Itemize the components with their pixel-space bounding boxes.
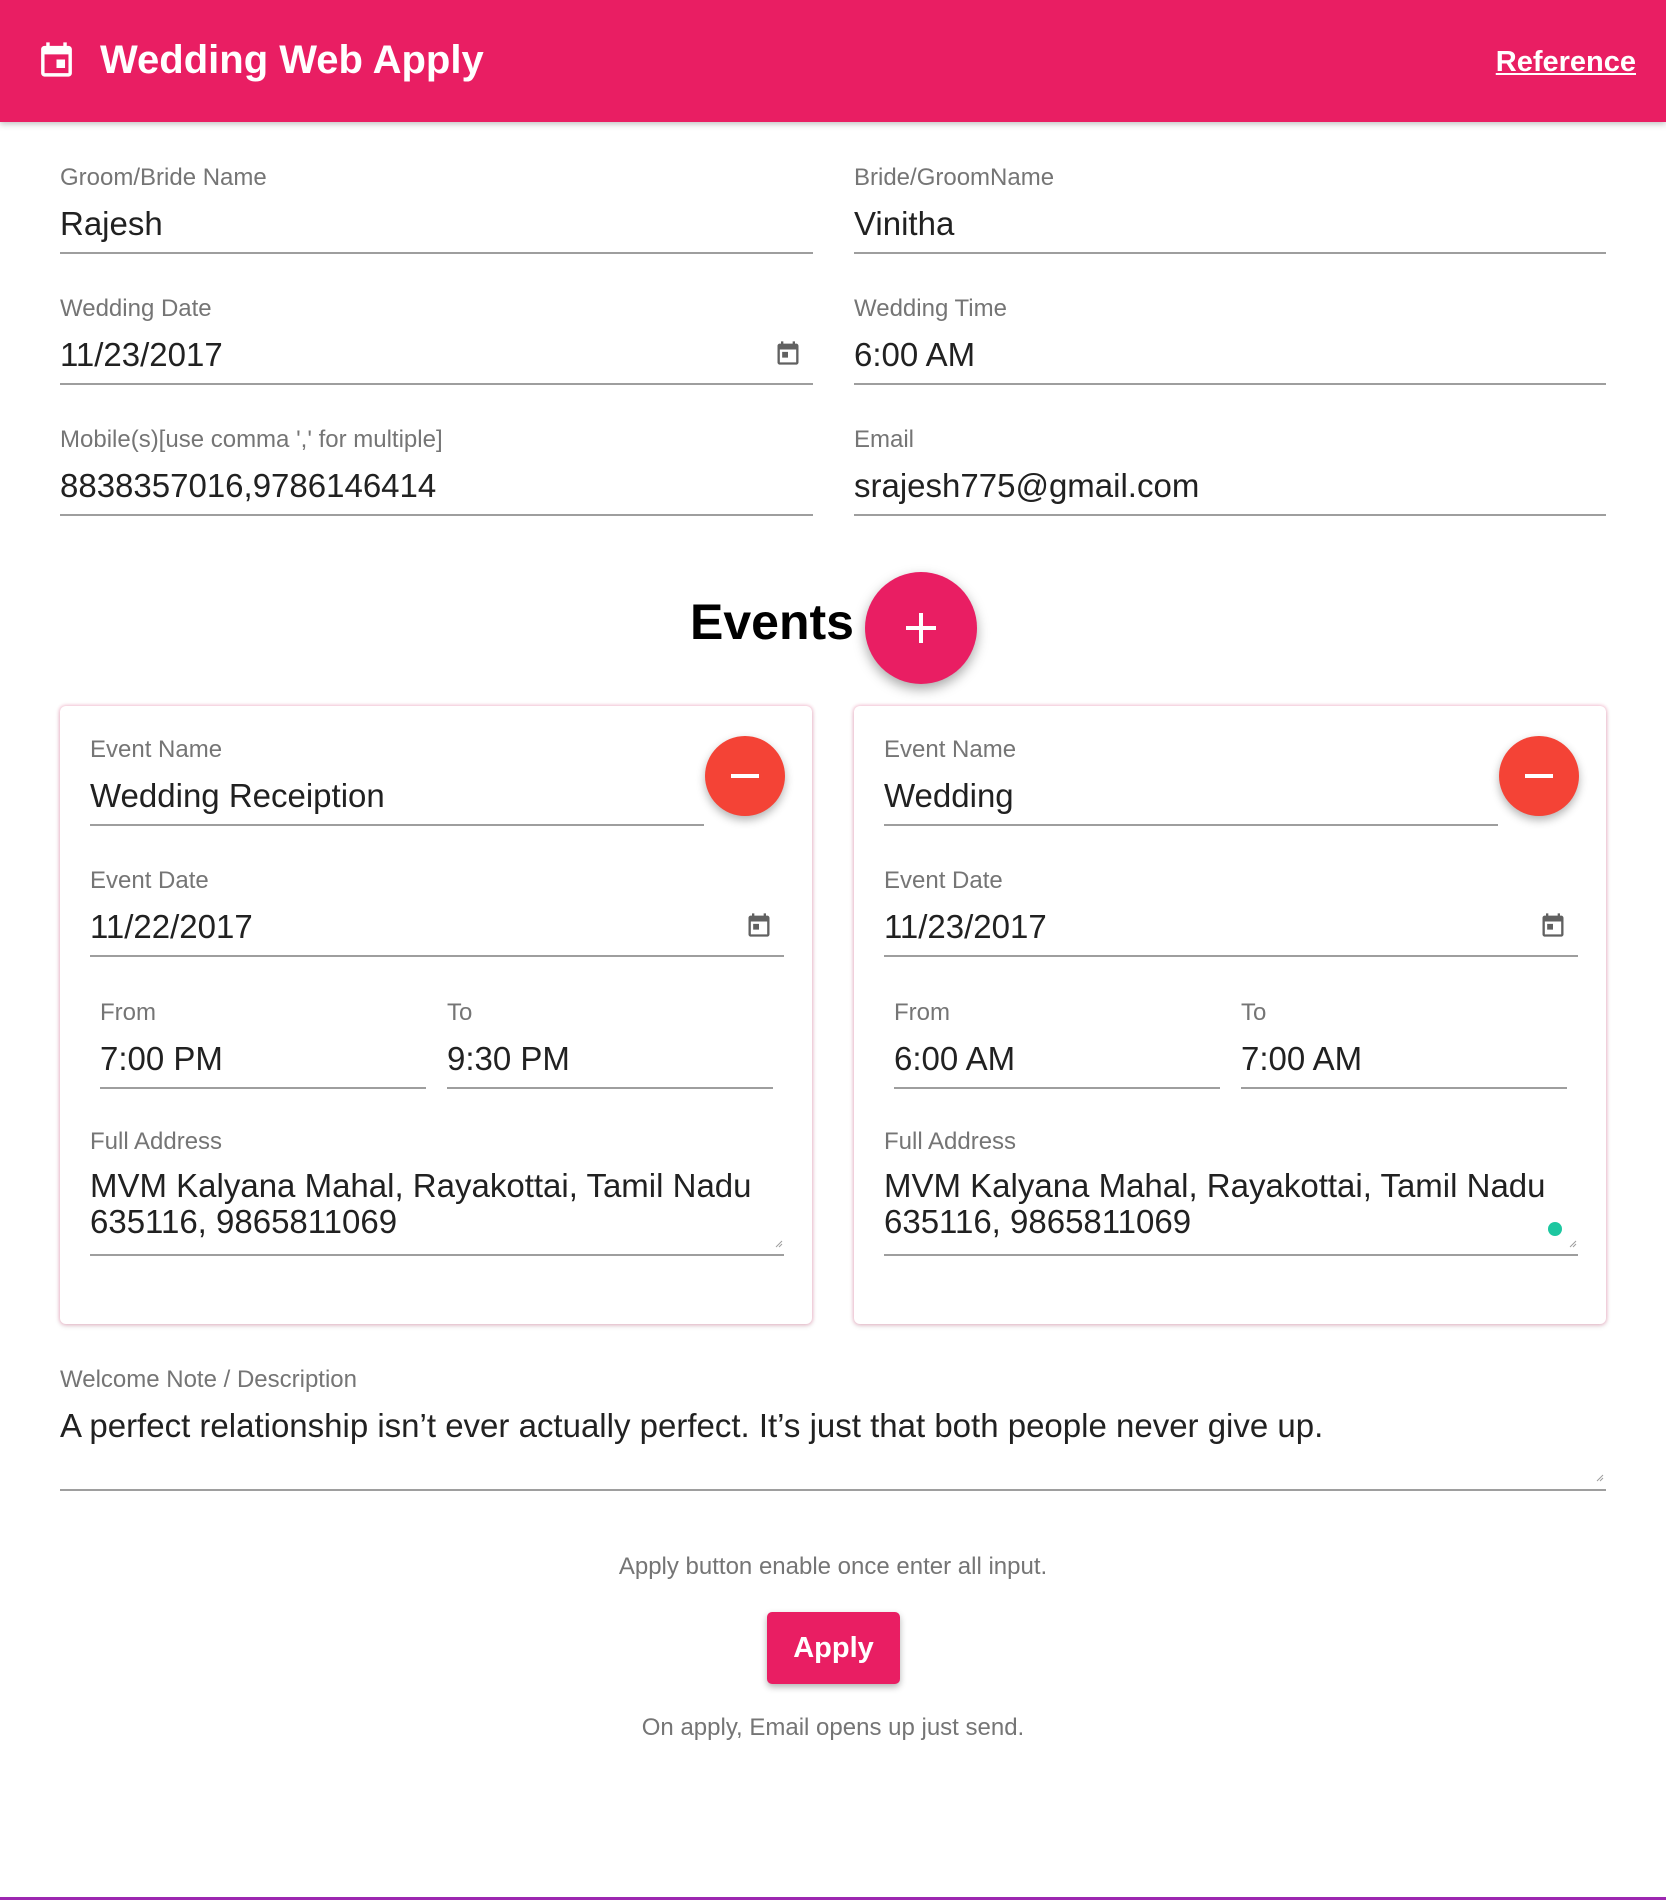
field-underline xyxy=(884,955,1578,957)
wedding-time-input[interactable]: 6:00 AM xyxy=(854,335,975,375)
event-address-label: Full Address xyxy=(90,1128,223,1155)
status-dot xyxy=(1548,1222,1562,1236)
remove-event-button[interactable] xyxy=(1499,736,1579,816)
mobile-label: Mobile(s)[use comma ',' for multiple] xyxy=(60,426,443,453)
resize-handle-icon[interactable] xyxy=(775,1240,783,1248)
field-underline xyxy=(90,955,784,957)
event-to-label: To xyxy=(1241,999,1267,1026)
resize-handle-icon[interactable] xyxy=(1596,1474,1604,1482)
event-from-label: From xyxy=(100,999,156,1026)
event-from-label: From xyxy=(894,999,950,1026)
event-name-label: Event Name xyxy=(884,736,1017,763)
event-to-field[interactable]: To 9:30 PM xyxy=(447,999,773,1091)
minus-icon xyxy=(731,774,759,778)
field-underline xyxy=(60,1489,1606,1491)
field-underline xyxy=(894,1087,1220,1089)
calendar-picker-icon[interactable] xyxy=(1539,911,1567,939)
groom-bride-name-field[interactable]: Groom/Bride Name Rajesh xyxy=(60,164,813,256)
email-label: Email xyxy=(854,426,915,453)
event-card: Event Name Wedding Event Date 11/23/2017… xyxy=(854,706,1606,1324)
app-title: Wedding Web Apply xyxy=(100,38,484,82)
add-event-button[interactable] xyxy=(865,572,977,684)
event-date-field[interactable]: Event Date 11/22/2017 xyxy=(90,867,784,959)
event-address-field[interactable]: Full Address MVM Kalyana Mahal, Rayakott… xyxy=(90,1128,784,1258)
apply-hint: Apply button enable once enter all input… xyxy=(618,1553,1048,1580)
apply-info: On apply, Email opens up just send. xyxy=(641,1714,1025,1741)
event-date-field[interactable]: Event Date 11/23/2017 xyxy=(884,867,1578,959)
bride-groom-name-label: Bride/GroomName xyxy=(854,164,1055,191)
event-to-input[interactable]: 9:30 PM xyxy=(447,1039,570,1079)
calendar-picker-icon[interactable] xyxy=(774,339,802,367)
events-heading: Events xyxy=(690,594,854,650)
event-to-input[interactable]: 7:00 AM xyxy=(1241,1039,1362,1079)
field-underline xyxy=(100,1087,426,1089)
event-to-field[interactable]: To 7:00 AM xyxy=(1241,999,1567,1091)
event-date-input[interactable]: 11/23/2017 xyxy=(884,907,1047,947)
resize-handle-icon[interactable] xyxy=(1569,1240,1577,1248)
app-bar: Wedding Web Apply Reference xyxy=(0,0,1666,122)
wedding-time-field[interactable]: Wedding Time 6:00 AM xyxy=(854,295,1606,387)
calendar-picker-icon[interactable] xyxy=(745,911,773,939)
remove-event-button[interactable] xyxy=(705,736,785,816)
event-address-input[interactable]: MVM Kalyana Mahal, Rayakottai, Tamil Nad… xyxy=(90,1168,760,1240)
event-from-input[interactable]: 7:00 PM xyxy=(100,1039,223,1079)
field-underline xyxy=(60,383,813,385)
field-underline xyxy=(854,252,1606,254)
welcome-note-input[interactable]: A perfect relationship isn’t ever actual… xyxy=(60,1406,1323,1446)
event-address-field[interactable]: Full Address MVM Kalyana Mahal, Rayakott… xyxy=(884,1128,1578,1258)
event-date-label: Event Date xyxy=(884,867,1003,894)
calendar-icon xyxy=(41,42,72,77)
email-input[interactable]: srajesh775@gmail.com xyxy=(854,466,1199,506)
field-underline xyxy=(90,1254,784,1256)
minus-icon xyxy=(1525,774,1553,778)
event-name-field[interactable]: Event Name Wedding xyxy=(884,736,1498,828)
event-card: Event Name Wedding Receiption Event Date… xyxy=(60,706,812,1324)
event-from-field[interactable]: From 6:00 AM xyxy=(894,999,1220,1091)
event-to-label: To xyxy=(447,999,473,1026)
wedding-time-label: Wedding Time xyxy=(854,295,1007,322)
field-underline xyxy=(60,514,813,516)
plus-icon-vertical xyxy=(919,613,923,643)
field-underline xyxy=(854,514,1606,516)
field-underline xyxy=(1241,1087,1567,1089)
wedding-date-input[interactable]: 11/23/2017 xyxy=(60,335,223,375)
event-from-input[interactable]: 6:00 AM xyxy=(894,1039,1015,1079)
email-field[interactable]: Email srajesh775@gmail.com xyxy=(854,426,1606,518)
field-underline xyxy=(90,824,704,826)
bride-groom-name-input[interactable]: Vinitha xyxy=(854,204,954,244)
mobile-input[interactable]: 8838357016,9786146414 xyxy=(60,466,436,506)
apply-button[interactable]: Apply xyxy=(767,1612,900,1684)
field-underline xyxy=(447,1087,773,1089)
event-date-input[interactable]: 11/22/2017 xyxy=(90,907,253,947)
field-underline xyxy=(854,383,1606,385)
event-date-label: Event Date xyxy=(90,867,209,894)
groom-bride-name-input[interactable]: Rajesh xyxy=(60,204,163,244)
wedding-date-field[interactable]: Wedding Date 11/23/2017 xyxy=(60,295,813,387)
mobile-field[interactable]: Mobile(s)[use comma ',' for multiple] 88… xyxy=(60,426,813,518)
field-underline xyxy=(884,824,1498,826)
groom-bride-name-label: Groom/Bride Name xyxy=(60,164,267,191)
welcome-note-label: Welcome Note / Description xyxy=(60,1366,357,1393)
bride-groom-name-field[interactable]: Bride/GroomName Vinitha xyxy=(854,164,1606,256)
event-name-input[interactable]: Wedding xyxy=(884,776,1014,816)
welcome-note-field[interactable]: Welcome Note / Description A perfect rel… xyxy=(60,1366,1606,1492)
event-address-label: Full Address xyxy=(884,1128,1017,1155)
event-name-label: Event Name xyxy=(90,736,223,763)
event-name-field[interactable]: Event Name Wedding Receiption xyxy=(90,736,704,828)
event-from-field[interactable]: From 7:00 PM xyxy=(100,999,426,1091)
event-name-input[interactable]: Wedding Receiption xyxy=(90,776,385,816)
reference-link[interactable]: Reference xyxy=(1496,44,1636,80)
field-underline xyxy=(60,252,813,254)
event-address-input[interactable]: MVM Kalyana Mahal, Rayakottai, Tamil Nad… xyxy=(884,1168,1554,1240)
field-underline xyxy=(884,1254,1578,1256)
wedding-date-label: Wedding Date xyxy=(60,295,212,322)
